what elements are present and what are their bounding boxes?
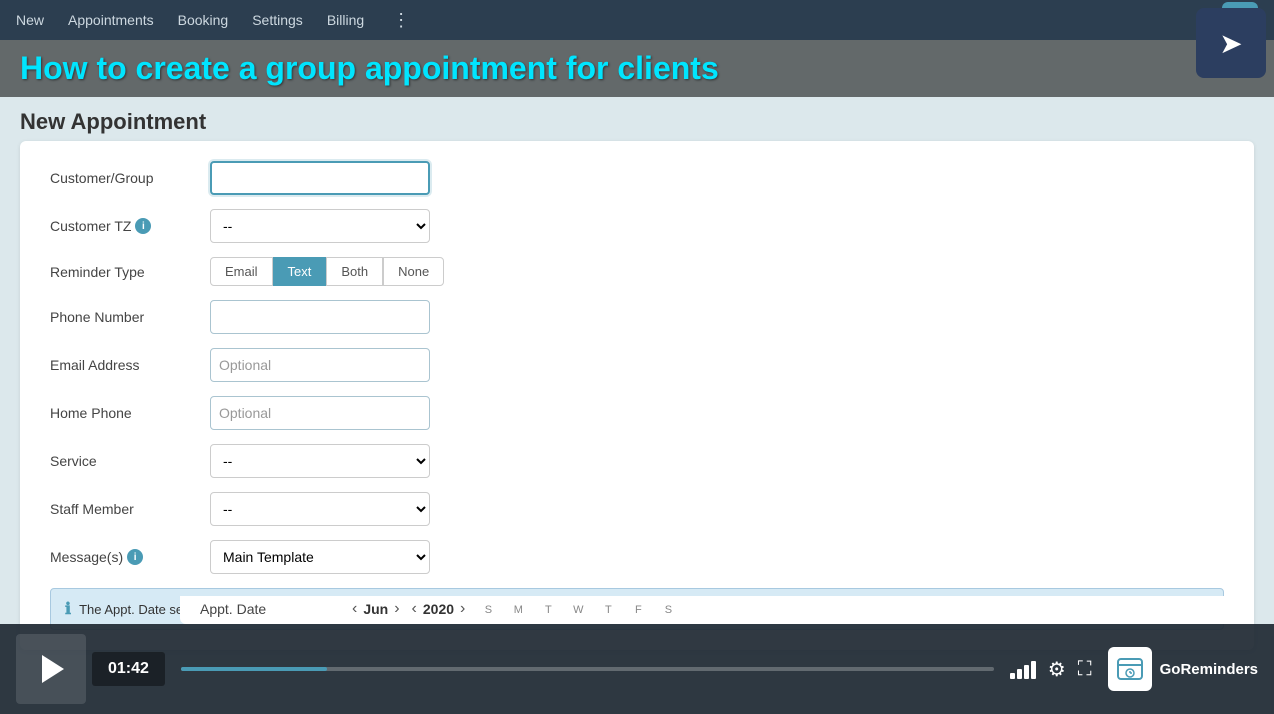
nav-appointments[interactable]: Appointments xyxy=(68,12,154,28)
calendar-strip: Appt. Date ‹ Jun › ‹ 2020 › S M T W T F … xyxy=(180,596,1254,624)
signal-bar-2 xyxy=(1017,669,1022,679)
customer-group-label: Customer/Group xyxy=(50,170,210,186)
signal-bar-3 xyxy=(1024,665,1029,679)
cal-year: 2020 xyxy=(423,601,454,617)
signal-icon xyxy=(1010,659,1036,679)
customer-tz-select[interactable]: -- xyxy=(210,209,430,243)
customer-group-control xyxy=(210,161,430,195)
cal-days-header: S M T W T F S xyxy=(477,604,679,616)
email-address-control xyxy=(210,348,430,382)
reminder-email-btn[interactable]: Email xyxy=(210,257,273,286)
phone-number-label: Phone Number xyxy=(50,309,210,325)
cal-prev-year-btn[interactable]: ‹ xyxy=(412,600,417,618)
reminder-buttons: Email Text Both None xyxy=(210,257,430,286)
messages-info-icon[interactable]: i xyxy=(127,549,143,565)
brand-logo xyxy=(1108,647,1152,691)
cal-day-w: W xyxy=(567,604,589,616)
nav-billing[interactable]: Billing xyxy=(327,12,364,28)
service-select[interactable]: -- xyxy=(210,444,430,478)
cal-day-f: F xyxy=(627,604,649,616)
settings-icon[interactable]: ⚙ xyxy=(1048,657,1066,682)
email-address-row: Email Address xyxy=(50,348,1224,382)
page-title: New Appointment xyxy=(20,109,1254,135)
reminder-type-label: Reminder Type xyxy=(50,264,210,280)
staff-member-control: -- xyxy=(210,492,430,526)
cal-month: Jun xyxy=(363,601,388,617)
signal-bar-4 xyxy=(1031,661,1036,679)
brand-name: GoReminders xyxy=(1160,661,1258,678)
video-timestamp: 01:42 xyxy=(92,652,165,686)
send-button[interactable]: ➤ xyxy=(1196,8,1266,78)
nav-more-dots[interactable]: ⋮ xyxy=(392,10,410,31)
calendar-year-nav: ‹ 2020 › xyxy=(412,600,466,618)
home-phone-control xyxy=(210,396,430,430)
reminder-none-btn[interactable]: None xyxy=(383,257,444,286)
cal-day-s2: S xyxy=(657,604,679,616)
send-icon: ➤ xyxy=(1219,27,1242,60)
top-nav: New Appointments Booking Settings Billin… xyxy=(0,0,1274,40)
progress-track[interactable] xyxy=(181,667,994,671)
email-address-input[interactable] xyxy=(210,348,430,382)
video-title: How to create a group appointment for cl… xyxy=(20,50,1254,87)
customer-tz-control: -- xyxy=(210,209,430,243)
home-phone-label: Home Phone xyxy=(50,405,210,421)
cal-next-month-btn[interactable]: › xyxy=(394,600,399,618)
brand-area: GoReminders xyxy=(1108,647,1258,691)
cal-day-t1: T xyxy=(537,604,559,616)
play-icon xyxy=(42,655,64,683)
signal-bar-1 xyxy=(1010,673,1015,679)
info-notice-icon: ℹ xyxy=(65,599,71,619)
reminder-type-row: Reminder Type Email Text Both None xyxy=(50,257,1224,286)
nav-booking[interactable]: Booking xyxy=(178,12,229,28)
appt-date-label: Appt. Date xyxy=(200,601,340,617)
calendar-nav: ‹ Jun › xyxy=(352,600,400,618)
fullscreen-icon[interactable]: ⛶ xyxy=(1078,658,1092,681)
phone-number-control xyxy=(210,300,430,334)
reminder-both-btn[interactable]: Both xyxy=(326,257,383,286)
progress-area[interactable] xyxy=(181,667,994,671)
staff-member-row: Staff Member -- xyxy=(50,492,1224,526)
staff-member-label: Staff Member xyxy=(50,501,210,517)
cal-day-m: M xyxy=(507,604,529,616)
video-controls-right: ⚙ ⛶ xyxy=(1010,657,1092,682)
home-phone-row: Home Phone xyxy=(50,396,1224,430)
email-address-label: Email Address xyxy=(50,357,210,373)
messages-select[interactable]: Main Template xyxy=(210,540,430,574)
customer-tz-label: Customer TZ i xyxy=(50,218,210,234)
service-label: Service xyxy=(50,453,210,469)
cal-day-t2: T xyxy=(597,604,619,616)
title-banner: How to create a group appointment for cl… xyxy=(0,40,1274,97)
customer-tz-info-icon[interactable]: i xyxy=(135,218,151,234)
cal-prev-month-btn[interactable]: ‹ xyxy=(352,600,357,618)
reminder-type-control: Email Text Both None xyxy=(210,257,430,286)
play-button[interactable] xyxy=(16,634,86,704)
messages-control: Main Template xyxy=(210,540,430,574)
reminder-text-btn[interactable]: Text xyxy=(273,257,327,286)
customer-tz-row: Customer TZ i -- xyxy=(50,209,1224,243)
home-phone-input[interactable] xyxy=(210,396,430,430)
nav-new[interactable]: New xyxy=(16,12,44,28)
staff-member-select[interactable]: -- xyxy=(210,492,430,526)
messages-row: Message(s) i Main Template xyxy=(50,540,1224,574)
messages-label: Message(s) i xyxy=(50,549,210,565)
customer-group-input[interactable] xyxy=(210,161,430,195)
customer-group-row: Customer/Group xyxy=(50,161,1224,195)
cal-day-s1: S xyxy=(477,604,499,616)
phone-number-row: Phone Number xyxy=(50,300,1224,334)
page-title-bar: New Appointment xyxy=(0,97,1274,141)
phone-number-input[interactable] xyxy=(210,300,430,334)
service-row: Service -- xyxy=(50,444,1224,478)
cal-next-year-btn[interactable]: › xyxy=(460,600,465,618)
service-control: -- xyxy=(210,444,430,478)
progress-fill xyxy=(181,667,327,671)
nav-settings[interactable]: Settings xyxy=(252,12,303,28)
video-bar: 01:42 ⚙ ⛶ GoReminders xyxy=(0,624,1274,714)
form-container: Customer/Group Customer TZ i -- Reminder… xyxy=(20,141,1254,650)
